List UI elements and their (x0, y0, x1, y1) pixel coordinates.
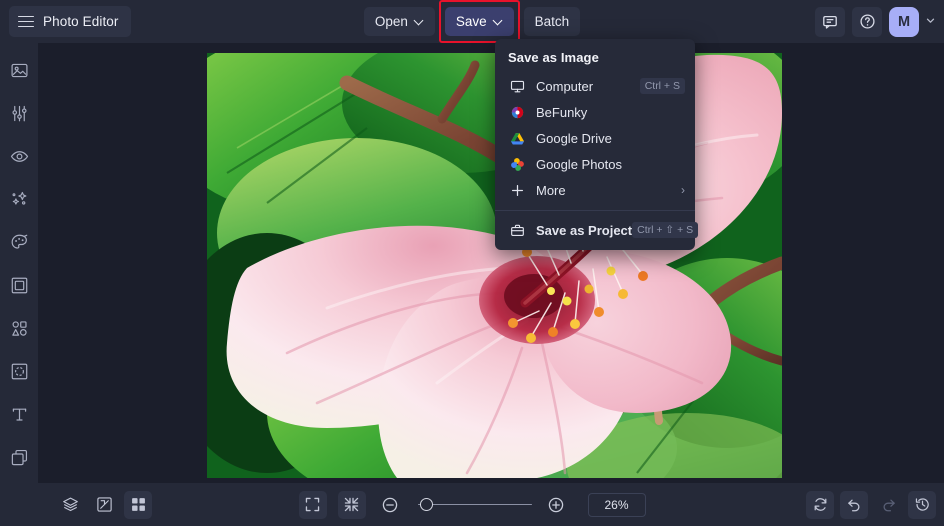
hamburger-menu-icon[interactable] (18, 15, 34, 28)
reset-rotate-icon (814, 498, 826, 511)
history-clock-icon (915, 498, 929, 511)
palette-icon (11, 234, 27, 249)
question-circle-icon (859, 14, 875, 29)
avatar[interactable]: M (889, 6, 919, 37)
overlay-icon (11, 363, 27, 379)
menu-item-google-photos[interactable]: Google Photos (495, 151, 695, 177)
save-button[interactable]: Save (444, 7, 514, 36)
sparkles-icon (12, 191, 26, 205)
batch-button[interactable]: Batch (523, 7, 581, 36)
chevron-right-icon: › (681, 183, 685, 197)
menu-item-more-label: More (536, 182, 566, 198)
sidebar-item-graphics[interactable] (6, 315, 32, 341)
shapes-icon (11, 320, 27, 336)
shrink-icon (344, 497, 359, 512)
actual-size-button[interactable] (337, 490, 366, 519)
menu-item-computer-label: Computer (536, 78, 594, 94)
google-drive-icon (508, 129, 526, 147)
sidebar-item-retouch[interactable] (6, 143, 32, 169)
monitor-icon (508, 77, 526, 95)
layers-stack-icon (11, 449, 27, 465)
fit-to-screen-button[interactable] (298, 490, 327, 519)
redo-arrow-icon (883, 499, 895, 512)
sidebar-item-overlays[interactable] (6, 358, 32, 384)
menu-item-computer[interactable]: Computer Ctrl + S (495, 73, 695, 99)
sidebar-item-edit[interactable] (6, 57, 32, 83)
menu-item-save-as-project-shortcut: Ctrl + ⇧ + S (632, 222, 699, 238)
account-chevron-down-icon[interactable] (925, 15, 936, 29)
avatar-initial: M (897, 13, 911, 30)
open-button[interactable]: Open (363, 7, 435, 36)
eye-icon (10, 150, 28, 162)
minus-circle-icon (382, 497, 397, 512)
app-menu-button[interactable]: Photo Editor (9, 6, 131, 37)
menu-item-befunky-label: BeFunky (536, 104, 588, 120)
menu-item-google-photos-label: Google Photos (536, 156, 623, 172)
chevron-down-icon (494, 17, 503, 26)
sliders-icon (11, 105, 27, 121)
chevron-down-icon (415, 17, 424, 26)
undo-arrow-icon (847, 499, 859, 512)
menu-divider (495, 210, 695, 211)
speech-bubble-icon (823, 15, 837, 29)
feedback-button[interactable] (815, 6, 845, 37)
open-button-label: Open (374, 14, 408, 29)
save-button-label: Save (455, 14, 487, 29)
sidebar-item-effects[interactable] (6, 186, 32, 212)
compare-icon (96, 497, 112, 512)
menu-item-save-as-project[interactable]: Save as Project Ctrl + ⇧ + S (495, 217, 699, 243)
grid-icon (131, 498, 145, 511)
image-icon (10, 63, 28, 77)
left-sidebar (0, 43, 38, 483)
save-dropdown-menu[interactable]: Save as Image Computer Ctrl + S BeFunky … (495, 39, 699, 250)
zoom-in-button[interactable] (543, 492, 569, 518)
batch-button-label: Batch (534, 14, 570, 29)
reset-button[interactable] (806, 490, 834, 519)
sidebar-item-frames[interactable] (6, 272, 32, 298)
undo-button[interactable] (840, 490, 868, 519)
layers-button[interactable] (56, 491, 84, 519)
plus-icon (508, 181, 526, 199)
help-button[interactable] (852, 6, 882, 37)
menu-item-google-drive-label: Google Drive (536, 130, 612, 146)
zoom-level-value[interactable]: 26% (587, 492, 646, 517)
compare-button[interactable] (90, 491, 118, 519)
save-button-wrapper: Save (438, 0, 520, 43)
briefcase-icon (508, 221, 526, 239)
menu-item-google-drive[interactable]: Google Drive (495, 125, 695, 151)
zoom-slider-knob[interactable] (419, 498, 433, 511)
zoom-slider-track (417, 503, 532, 506)
menu-item-save-as-project-label: Save as Project (536, 222, 633, 238)
bottom-toolbar-left (56, 490, 152, 519)
plus-circle-icon (548, 497, 563, 512)
layers-icon (62, 497, 78, 512)
google-photos-icon (508, 155, 526, 173)
menu-item-befunky[interactable]: BeFunky (495, 99, 695, 125)
canvas-workspace[interactable] (38, 43, 944, 483)
photo-editor-app: Photo Editor Open Save Batch M Save as I… (0, 0, 944, 526)
sidebar-item-adjust[interactable] (6, 100, 32, 126)
bottom-toolbar: 26% (0, 483, 944, 526)
zoom-slider[interactable] (414, 495, 532, 515)
top-toolbar: Photo Editor Open Save Batch M (0, 0, 944, 43)
frame-icon (11, 277, 27, 293)
top-toolbar-right: M (815, 0, 936, 43)
grid-button[interactable] (124, 490, 152, 519)
save-menu-title: Save as Image (508, 50, 599, 65)
sidebar-item-text[interactable] (6, 401, 32, 427)
bottom-toolbar-right (806, 490, 936, 519)
app-title: Photo Editor (43, 14, 119, 29)
menu-item-more[interactable]: More › (495, 177, 695, 203)
sidebar-item-layers[interactable] (6, 444, 32, 470)
menu-item-computer-shortcut: Ctrl + S (639, 78, 685, 94)
fit-to-screen-icon (305, 497, 320, 512)
top-toolbar-center: Open Save Batch (0, 0, 944, 43)
zoom-out-button[interactable] (377, 492, 403, 518)
history-button[interactable] (908, 490, 936, 519)
text-t-icon (12, 408, 26, 421)
redo-button[interactable] (874, 491, 902, 519)
befunky-logo-icon (508, 103, 526, 121)
sidebar-item-artsy[interactable] (6, 229, 32, 255)
